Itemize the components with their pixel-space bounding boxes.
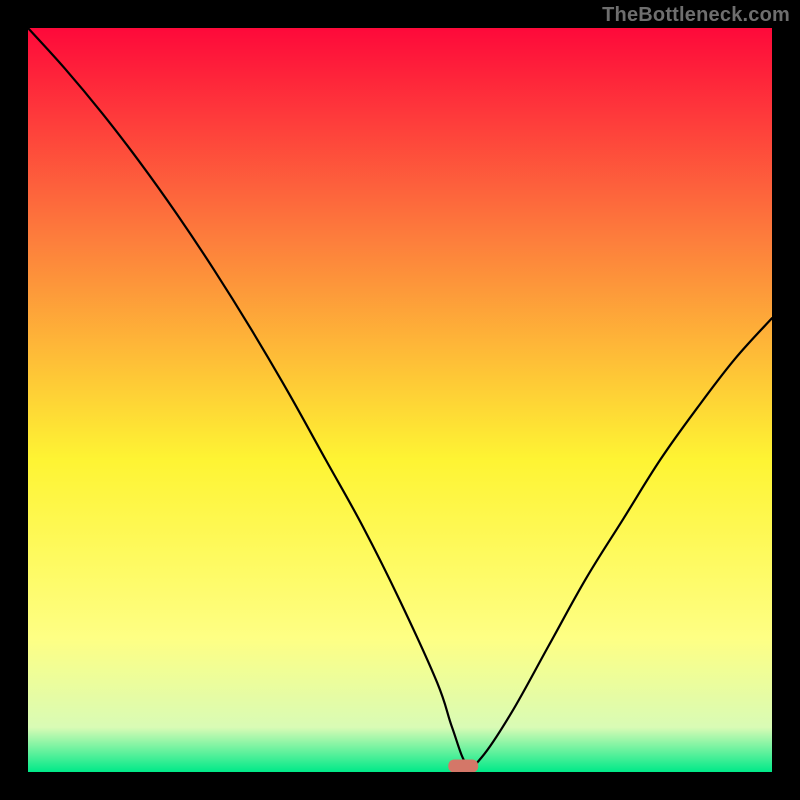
watermark-text: TheBottleneck.com [602,4,790,27]
gradient-background [28,28,772,772]
plot-area [28,28,772,772]
chart-stage: TheBottleneck.com [0,0,800,800]
optimal-marker [448,760,478,772]
bottleneck-chart [28,28,772,772]
